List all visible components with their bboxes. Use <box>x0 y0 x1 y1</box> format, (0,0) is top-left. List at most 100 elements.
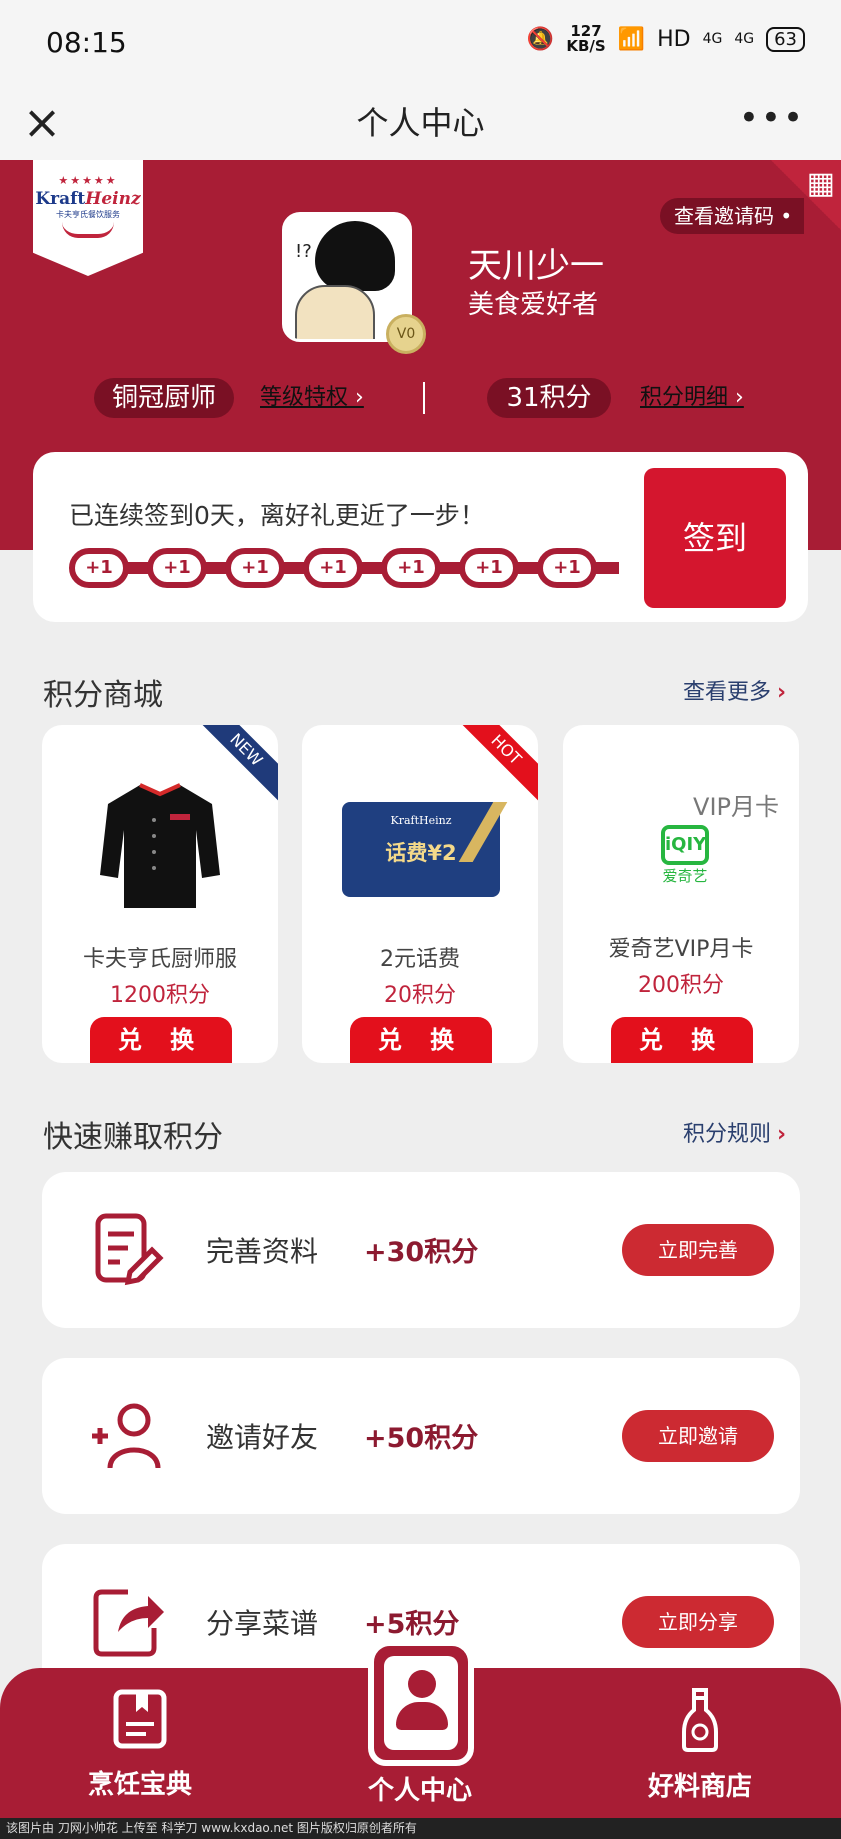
signin-day-node: +1 <box>459 548 519 588</box>
points-detail-link[interactable]: 积分明细 › <box>640 378 744 418</box>
product-name: 爱奇艺VIP月卡 <box>608 937 754 962</box>
card-brand: KraftHeinz <box>390 814 452 827</box>
status-time: 08:15 <box>46 26 127 59</box>
page-title: 个人中心 <box>356 104 485 142</box>
user-title: 美食爱好者 <box>468 290 599 320</box>
network-speed: 127 KB/S <box>566 24 605 54</box>
earn-section-title: 快速赚取积分 <box>43 1120 223 1155</box>
user-icon-inner <box>384 1656 458 1750</box>
points-rules-text: 积分规则 <box>683 1122 772 1147</box>
level-badge: 铜冠厨师 <box>94 378 234 418</box>
task-points: +30积分 <box>364 1237 479 1268</box>
shop-section-title: 积分商城 <box>43 678 163 713</box>
user-icon-body <box>396 1702 448 1730</box>
points-rules-link[interactable]: 积分规则 › <box>683 1116 786 1148</box>
invite-friends-button[interactable]: 立即邀请 <box>622 1410 774 1462</box>
user-icon <box>368 1640 474 1766</box>
product-name: 2元话费 <box>380 947 460 972</box>
user-icon-head <box>408 1670 436 1698</box>
signin-day-node: +1 <box>303 548 363 588</box>
username: 天川少一 <box>468 246 604 286</box>
image-credit: 该图片由 刀网小帅花 上传至 科学刀 www.kxdao.net 图片版权归原创… <box>0 1818 841 1839</box>
signal-1: 4G <box>702 31 723 47</box>
battery-icon: 63 <box>766 26 805 52</box>
logo-stars: ★★★★★ <box>58 174 118 187</box>
speed-unit: KB/S <box>566 37 606 55</box>
avatar-face <box>295 285 375 339</box>
hd-label: HD <box>657 26 691 52</box>
product-name: 卡夫亨氏厨师服 <box>82 947 237 972</box>
nav-cooking-guide[interactable]: 烹饪宝典 <box>40 1688 240 1801</box>
shop-more-text: 查看更多 <box>683 680 772 705</box>
redeem-button[interactable]: 兑 换 <box>90 1017 232 1063</box>
vip-level-badge: V0 <box>386 314 426 354</box>
add-user-icon <box>92 1403 161 1469</box>
logo-text: KraftHeinz <box>33 189 143 209</box>
iqiyi-logo-box: iQIY <box>661 825 709 865</box>
task-name: 完善资料 <box>206 1235 319 1268</box>
redeem-button[interactable]: 兑 换 <box>350 1017 492 1063</box>
task-points: +50积分 <box>364 1423 479 1454</box>
task-invite-friends: 邀请好友 +50积分 立即邀请 <box>42 1358 800 1514</box>
chevron-right-icon: › <box>735 385 744 410</box>
share-icon <box>93 1589 164 1657</box>
points-badge: 31积分 <box>487 378 611 418</box>
avatar-mark: !? <box>295 241 312 262</box>
signin-message: 已连续签到0天，离好礼更近了一步！ <box>69 501 485 530</box>
product-points: 20积分 <box>384 983 456 1008</box>
phone-credit-card-image: KraftHeinz 话费¥2 <box>342 802 508 897</box>
signin-button[interactable]: 签到 <box>644 468 786 608</box>
wifi-icon: 📶 <box>617 26 646 52</box>
product-card-chef-uniform[interactable]: NEW 卡夫亨氏厨师服 1200积分 兑 换 <box>42 725 278 1063</box>
avatar-hair <box>315 221 395 291</box>
signin-progress: +1 +1 +1 +1 +1 +1 +1 <box>69 548 629 588</box>
qr-code-icon: ▦ <box>806 166 835 201</box>
view-invite-code-button[interactable]: 查看邀请码 • <box>660 198 804 234</box>
product-card-phone-credit[interactable]: HOT KraftHeinz 话费¥2 2元话费 20积分 兑 换 <box>302 725 538 1063</box>
share-recipe-button[interactable]: 立即分享 <box>622 1596 774 1648</box>
product-points: 1200积分 <box>110 983 210 1008</box>
logo-brand-2: Heinz <box>85 189 141 209</box>
logo-smile <box>62 222 114 238</box>
shop-more-link[interactable]: 查看更多 › <box>683 674 786 706</box>
product-points: 200积分 <box>638 973 724 998</box>
iqiyi-logo-text: 爱奇艺 <box>662 867 708 885</box>
logo-brand-1: Kraft <box>35 189 86 209</box>
nav-bar: × 个人中心 ••• <box>0 88 841 160</box>
bottle-icon <box>682 1688 718 1752</box>
book-icon <box>113 1689 167 1749</box>
status-icons: 🔕 127 KB/S 📶 HD 4G 4G 63 <box>527 24 805 54</box>
nav-label: 个人中心 <box>367 1776 472 1806</box>
signin-card: 已连续签到0天，离好礼更近了一步！ +1 +1 +1 +1 +1 +1 +1 签… <box>33 452 808 622</box>
edit-document-icon <box>95 1213 164 1286</box>
hot-ribbon: HOT <box>454 725 538 802</box>
points-link-text: 积分明细 <box>640 385 729 410</box>
logo-subtitle: 卡夫亨氏餐饮服务 <box>56 210 120 219</box>
chevron-right-icon: › <box>777 680 787 705</box>
chevron-right-icon: › <box>777 1122 787 1147</box>
task-points: +5积分 <box>364 1609 460 1640</box>
mute-icon: 🔕 <box>526 26 555 52</box>
chef-uniform-image <box>100 783 220 908</box>
signin-day-node: +1 <box>381 548 441 588</box>
personal-center-fab[interactable] <box>368 1640 474 1770</box>
redeem-button[interactable]: 兑 换 <box>611 1017 753 1063</box>
vip-card-overlay: VIP月卡 <box>693 793 779 821</box>
divider <box>423 382 425 414</box>
signin-day-node: +1 <box>537 548 597 588</box>
nav-label: 烹饪宝典 <box>87 1770 192 1800</box>
status-bar: 08:15 🔕 127 KB/S 📶 HD 4G 4G 63 <box>0 0 841 88</box>
signin-day-node: +1 <box>225 548 285 588</box>
product-card-iqiyi-vip[interactable]: VIP月卡 iQIY 爱奇艺 爱奇艺VIP月卡 200积分 兑 换 <box>563 725 799 1063</box>
signin-day-node: +1 <box>147 548 207 588</box>
complete-profile-button[interactable]: 立即完善 <box>622 1224 774 1276</box>
task-name: 分享菜谱 <box>206 1607 319 1640</box>
nav-ingredient-store[interactable]: 好料商店 <box>600 1688 800 1803</box>
invite-label: 查看邀请码 <box>674 204 774 228</box>
iqiyi-logo: iQIY 爱奇艺 <box>653 825 717 885</box>
level-link-text: 等级特权 <box>260 385 349 410</box>
task-complete-profile: 完善资料 +30积分 立即完善 <box>42 1172 800 1328</box>
task-name: 邀请好友 <box>206 1421 319 1454</box>
level-privilege-link[interactable]: 等级特权 › <box>260 378 364 418</box>
more-icon[interactable]: ••• <box>739 98 805 138</box>
